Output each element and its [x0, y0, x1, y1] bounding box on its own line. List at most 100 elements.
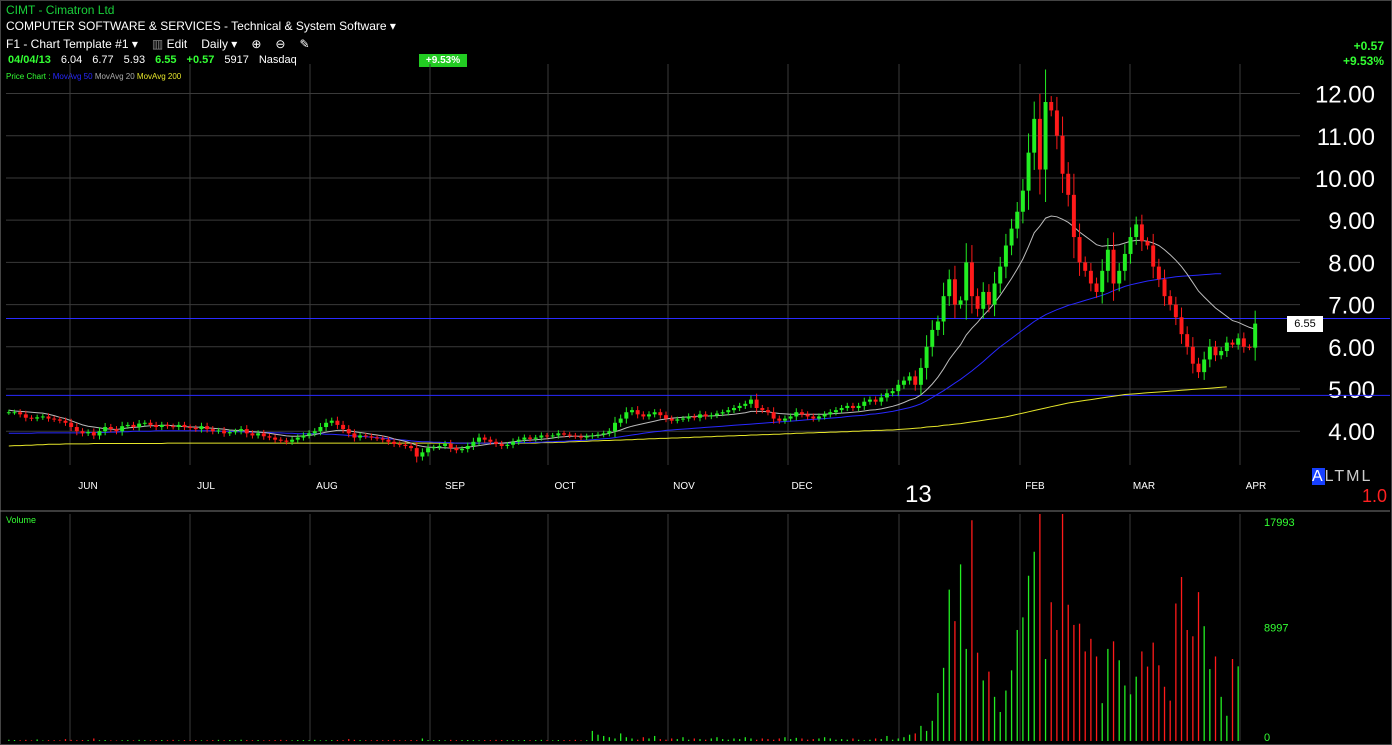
candle-body	[907, 376, 912, 381]
candle-body	[148, 422, 153, 425]
scale-mode-t[interactable]: T	[1334, 468, 1346, 485]
candle-body	[1088, 270, 1093, 284]
candle-body	[137, 423, 142, 428]
candle-body	[771, 412, 776, 419]
candle-body	[658, 412, 663, 416]
month-label: JUL	[197, 481, 215, 492]
month-label: OCT	[554, 481, 575, 492]
candle-body	[154, 424, 159, 428]
candle-body	[630, 410, 634, 413]
candle-body	[324, 422, 329, 428]
candle-body	[108, 427, 113, 430]
scale-mode-m[interactable]: M	[1346, 468, 1361, 485]
candle-body	[329, 420, 334, 423]
candle-body	[941, 296, 946, 322]
candle-body	[392, 441, 397, 444]
candle-body	[1049, 101, 1054, 111]
candle-body	[1060, 135, 1065, 174]
candle-body	[35, 417, 40, 419]
candle-body	[935, 321, 940, 330]
candle-body	[414, 448, 419, 457]
y-tick-label: 6.00	[1328, 335, 1375, 362]
candle-body	[879, 397, 884, 402]
scale-mode-a[interactable]: A	[1312, 468, 1325, 485]
candle-body	[1207, 346, 1212, 360]
scale-mode-selector[interactable]: ALTML	[1312, 468, 1372, 486]
candle-body	[1162, 279, 1167, 297]
candle-body	[1105, 249, 1110, 271]
candle-body	[873, 399, 878, 402]
y-tick-label: 7.00	[1328, 293, 1375, 320]
candle-body	[1190, 346, 1195, 364]
candle-body	[80, 431, 85, 434]
candle-body	[811, 416, 816, 419]
candle-body	[986, 291, 991, 305]
scale-value: 1.0	[1362, 486, 1388, 506]
y-tick-label: 10.00	[1315, 166, 1375, 193]
candle-body	[18, 412, 23, 415]
candle-body	[1253, 323, 1258, 348]
candle-body	[103, 427, 108, 432]
volume-tick-label: 0	[1264, 732, 1270, 744]
candle-body	[1071, 194, 1076, 238]
candle-body	[833, 410, 838, 413]
month-label: FEB	[1025, 481, 1045, 492]
candle-body	[545, 435, 550, 437]
candle-body	[709, 415, 714, 417]
candle-body	[273, 437, 278, 440]
candle-body	[1151, 245, 1156, 267]
month-label: AUG	[316, 481, 338, 492]
candle-body	[556, 433, 561, 436]
candle-body	[57, 419, 62, 421]
candle-body	[29, 417, 34, 419]
candle-body	[278, 439, 283, 441]
candle-body	[613, 422, 617, 432]
candle-body	[686, 416, 691, 419]
candle-body	[471, 441, 476, 447]
candle-body	[1003, 245, 1008, 267]
candle-body	[1100, 270, 1105, 292]
candle-body	[250, 433, 255, 436]
month-label: APR	[1246, 481, 1267, 492]
candle-body	[969, 262, 974, 297]
candle-body	[681, 418, 685, 420]
volume-tick-label: 17993	[1264, 517, 1295, 529]
candle-body	[1202, 359, 1207, 373]
candle-body	[992, 283, 997, 305]
candle-body	[454, 448, 459, 451]
candle-body	[998, 266, 1003, 284]
candle-body	[301, 435, 306, 438]
candle-body	[165, 424, 170, 427]
candle-body	[142, 422, 147, 424]
candle-body	[1168, 296, 1173, 305]
candle-body	[1185, 334, 1190, 347]
candle-body	[748, 399, 753, 404]
candle-body	[856, 405, 861, 409]
month-label: JUN	[78, 481, 97, 492]
scale-mode-l[interactable]: L	[1325, 468, 1335, 485]
candle-body	[1077, 237, 1082, 263]
candle-body	[1037, 118, 1042, 170]
candle-body	[290, 439, 295, 442]
candle-body	[590, 435, 595, 437]
candle-body	[193, 427, 198, 430]
candle-body	[511, 441, 516, 445]
candle-body	[1156, 266, 1161, 280]
scale-mode-l2[interactable]: L	[1362, 468, 1373, 485]
candle-body	[233, 431, 238, 433]
candle-body	[284, 440, 289, 442]
candle-body	[125, 424, 130, 427]
candle-body	[1213, 346, 1218, 356]
candle-body	[91, 432, 96, 436]
candle-body	[1117, 270, 1122, 284]
candle-body	[335, 420, 340, 425]
candle-body	[448, 443, 453, 449]
candle-body	[131, 424, 136, 428]
candle-body	[488, 439, 493, 442]
candle-body	[669, 418, 674, 421]
candle-body	[1015, 211, 1020, 229]
candle-body	[765, 410, 770, 413]
candle-body	[216, 430, 221, 432]
candle-body	[624, 412, 629, 419]
candle-body	[182, 424, 187, 428]
